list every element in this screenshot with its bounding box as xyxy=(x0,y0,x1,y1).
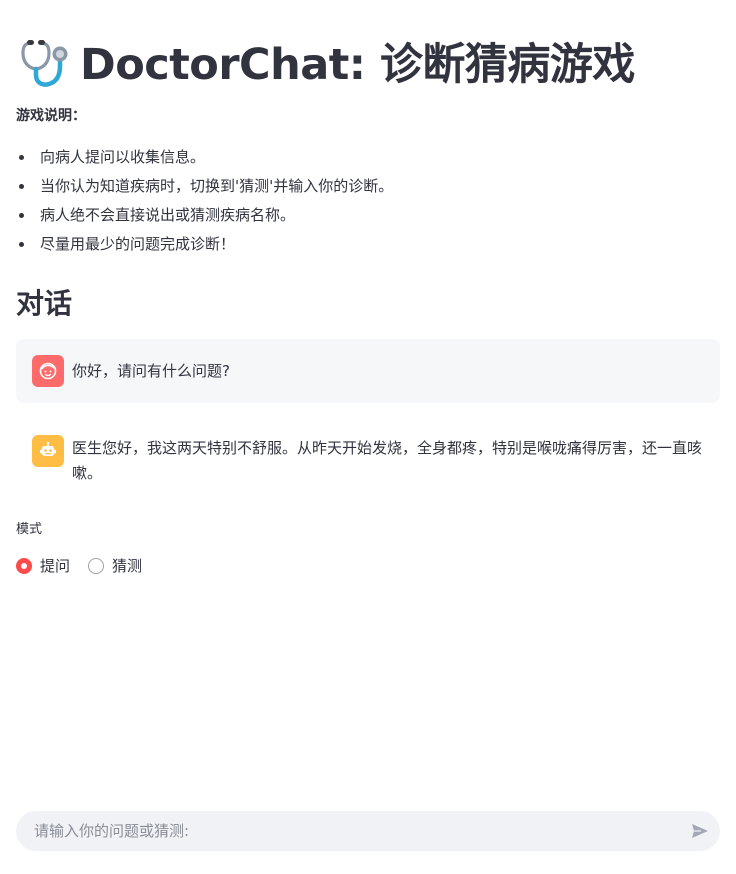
mode-option-label: 提问 xyxy=(40,557,71,575)
doctor-face-icon xyxy=(39,362,57,380)
stethoscope-icon xyxy=(21,40,68,87)
message-text: 你好，请问有什么问题? xyxy=(72,362,230,380)
rules-list: 向病人提问以收集信息。 当你认为知道疾病时，切换到'猜测'并输入你的诊断。 病人… xyxy=(16,146,393,262)
page-title: DoctorChat: 诊断猜病游戏 xyxy=(16,30,635,92)
chat-input[interactable] xyxy=(16,811,680,851)
radio-unchecked-icon[interactable] xyxy=(88,558,105,574)
send-icon xyxy=(692,824,708,838)
chat-message-assistant: 你好，请问有什么问题? xyxy=(16,339,720,403)
assistant-avatar xyxy=(32,355,64,387)
rules-list-item: 当你认为知道疾病时，切换到'猜测'并输入你的诊断。 xyxy=(16,175,393,204)
user-avatar xyxy=(32,435,64,467)
mode-option-ask[interactable]: 提问 xyxy=(16,554,70,578)
mode-radio-group: 提问 猜测 xyxy=(16,554,160,578)
rules-list-item: 向病人提问以收集信息。 xyxy=(16,146,393,175)
rules-list-item: 尽量用最少的问题完成诊断！ xyxy=(16,233,393,262)
mode-option-label: 猜测 xyxy=(112,557,143,575)
chat-input-bar xyxy=(16,811,720,851)
message-text: 医生您好，我这两天特别不舒服。从昨天开始发烧，全身都疼，特别是喉咙痛得厉害，还一… xyxy=(72,439,703,482)
radio-checked-icon[interactable] xyxy=(16,558,32,574)
send-button[interactable] xyxy=(680,811,720,851)
conversation-title: 对话 xyxy=(16,287,73,320)
mode-option-guess[interactable]: 猜测 xyxy=(88,554,142,578)
rules-heading: 游戏说明： xyxy=(16,108,86,124)
robot-icon xyxy=(40,441,56,456)
chat-message-user: 医生您好，我这两天特别不舒服。从昨天开始发烧，全身都疼，特别是喉咙痛得厉害，还一… xyxy=(16,419,720,502)
rules-list-item: 病人绝不会直接说出或猜测疾病名称。 xyxy=(16,204,393,233)
mode-label: 模式 xyxy=(16,522,43,537)
page-title-text: DoctorChat: 诊断猜病游戏 xyxy=(80,40,635,90)
